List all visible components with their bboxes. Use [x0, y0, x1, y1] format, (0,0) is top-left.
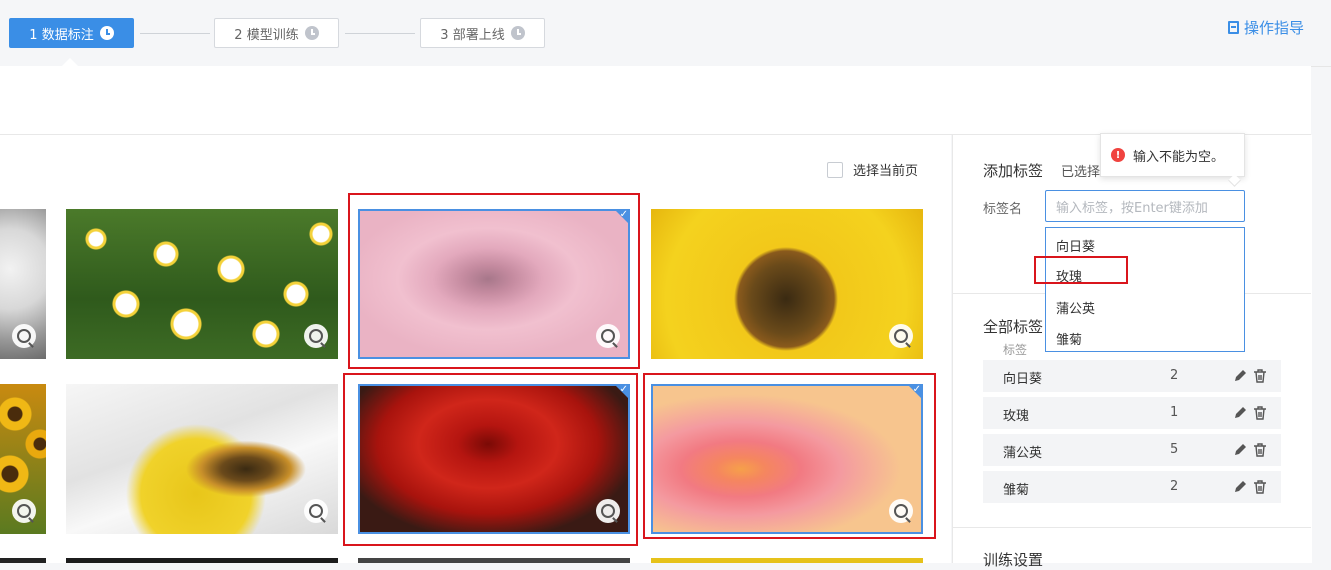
step-connector	[345, 33, 415, 34]
operation-guide-link[interactable]: 操作指导	[1228, 17, 1304, 38]
error-tooltip: ! 输入不能为空。	[1100, 133, 1245, 177]
table-row: 玫瑰 1	[983, 397, 1281, 429]
pencil-icon[interactable]	[1233, 443, 1247, 457]
image-tile[interactable]	[651, 209, 923, 359]
dropdown-option[interactable]: 雏菊	[1056, 329, 1082, 348]
label-count: 2	[1170, 479, 1179, 494]
image-tile[interactable]: ✓	[358, 384, 630, 534]
table-row: 雏菊 2	[983, 471, 1281, 503]
step-label: 2 模型训练	[234, 27, 299, 43]
pencil-icon[interactable]	[1233, 369, 1247, 383]
label-name: 向日葵	[1003, 372, 1043, 387]
error-icon: !	[1111, 148, 1125, 162]
pencil-icon[interactable]	[1233, 480, 1247, 494]
label-name: 玫瑰	[1003, 409, 1030, 424]
dropdown-option[interactable]: 向日葵	[1056, 236, 1095, 255]
zoom-icon[interactable]	[304, 499, 328, 523]
image-tile[interactable]: ✓	[651, 384, 923, 534]
label-count: 1	[1170, 405, 1179, 420]
select-current-page[interactable]: 选择当前页	[827, 160, 918, 179]
selected-count-text: 已选择	[1061, 165, 1101, 180]
doc-icon	[1228, 21, 1239, 34]
zoom-icon[interactable]	[596, 499, 620, 523]
step-model-training[interactable]: 2 模型训练	[214, 18, 339, 48]
pencil-icon[interactable]	[1233, 406, 1247, 420]
zoom-icon[interactable]	[12, 324, 36, 348]
trash-icon[interactable]	[1253, 406, 1267, 420]
image-tile[interactable]	[66, 558, 338, 563]
image-tile[interactable]	[0, 384, 46, 534]
step-label: 3 部署上线	[440, 27, 505, 43]
guide-label: 操作指导	[1244, 19, 1305, 37]
select-page-checkbox[interactable]	[827, 161, 843, 178]
tag-name-label: 标签名	[983, 202, 1023, 217]
clock-icon	[510, 26, 525, 40]
training-settings-title: 训练设置	[983, 551, 1044, 569]
trash-icon[interactable]	[1253, 443, 1267, 457]
highlight-box	[1034, 256, 1128, 284]
image-tile[interactable]	[358, 558, 630, 563]
all-labels-title: 全部标签	[983, 318, 1044, 336]
label-count: 5	[1170, 442, 1179, 457]
header-band	[0, 66, 1311, 135]
highlight-box	[348, 193, 640, 369]
clock-icon	[99, 26, 114, 40]
tag-suggestion-dropdown: 向日葵 玫瑰 蒲公英 雏菊	[1045, 227, 1245, 352]
divider	[952, 527, 1311, 528]
error-message: 输入不能为空。	[1133, 149, 1225, 165]
image-tile[interactable]	[651, 558, 923, 563]
image-tile[interactable]	[0, 558, 46, 563]
zoom-icon[interactable]	[889, 324, 913, 348]
zoom-icon[interactable]	[304, 324, 328, 348]
dropdown-option[interactable]: 蒲公英	[1056, 298, 1095, 317]
zoom-icon[interactable]	[12, 499, 36, 523]
image-tile[interactable]	[0, 209, 46, 359]
step-label: 1 数据标注	[29, 27, 94, 43]
zoom-icon[interactable]	[889, 499, 913, 523]
select-page-label: 选择当前页	[853, 164, 919, 179]
step-data-labeling[interactable]: 1 数据标注	[9, 18, 134, 48]
trash-icon[interactable]	[1253, 480, 1267, 494]
active-step-pointer	[62, 58, 78, 66]
add-label-title: 添加标签	[983, 162, 1044, 180]
table-row: 蒲公英 5	[983, 434, 1281, 466]
label-count: 2	[1170, 368, 1179, 383]
table-header-label: 标签	[1003, 343, 1028, 357]
label-name: 蒲公英	[1003, 446, 1043, 461]
label-name: 雏菊	[1003, 483, 1030, 498]
tag-name-input[interactable]: 输入标签，按Enter键添加	[1045, 190, 1245, 222]
step-connector	[140, 33, 210, 34]
image-tile[interactable]	[66, 384, 338, 534]
table-row: 向日葵 2	[983, 360, 1281, 392]
image-tile[interactable]	[66, 209, 338, 359]
step-deploy[interactable]: 3 部署上线	[420, 18, 545, 48]
trash-icon[interactable]	[1253, 369, 1267, 383]
clock-icon	[304, 26, 319, 40]
